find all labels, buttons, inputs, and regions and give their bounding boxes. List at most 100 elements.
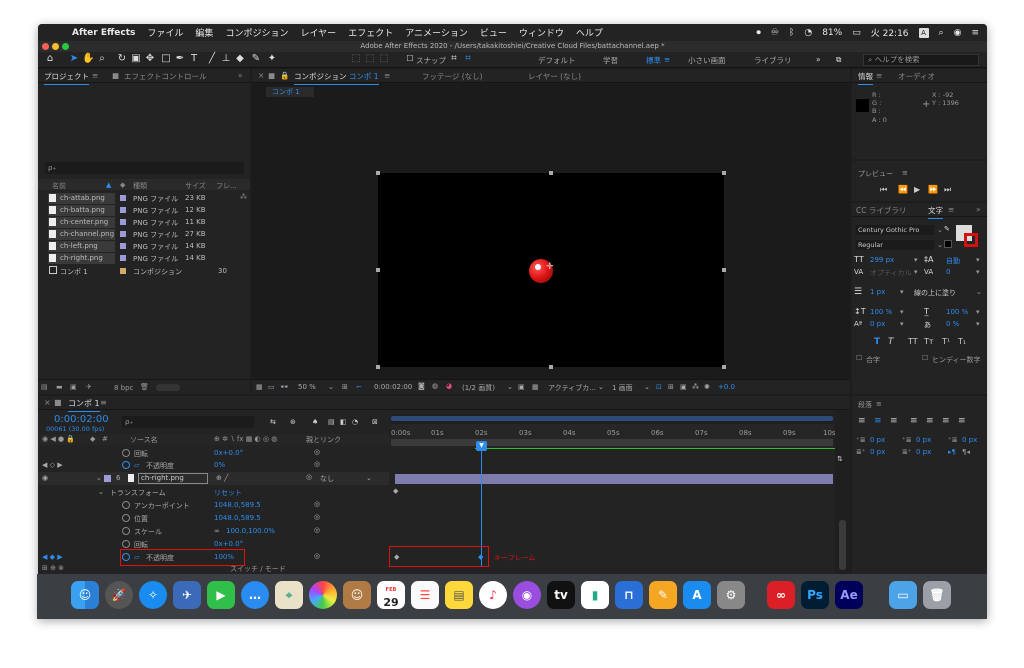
tab-audio[interactable]: オーディオ [898,71,935,82]
prev-frame-icon[interactable]: ⏪ [898,185,908,194]
next-frame-icon[interactable]: ⏩ [928,185,938,194]
bbox-handle[interactable] [549,171,553,175]
chevron-down-icon[interactable]: ▾ [914,256,918,264]
timeline-current-time[interactable]: 0:00:02:00 [54,414,109,425]
tab-character[interactable]: 文字 [928,205,943,219]
workspace-menu-icon[interactable]: ≡ [664,55,670,64]
zoom-window-button[interactable] [62,43,69,50]
tab-project[interactable]: プロジェクト [44,71,89,85]
motion-blur-icon[interactable]: ◧ [340,418,347,426]
close-tab-icon[interactable]: × [258,71,264,80]
new-folder-icon[interactable]: ▬ [56,383,63,391]
timeline-menu-icon[interactable]: ≡ [100,398,107,407]
pages-icon[interactable]: ✎ [649,581,677,609]
vr-icon[interactable]: 👓 [280,383,289,391]
zoom-tool-icon[interactable]: ⌕ [96,53,108,65]
new-comp-icon[interactable]: ▣ [70,383,77,391]
resolution-dropdown[interactable]: (1/2 画質) [462,383,495,393]
menu-view[interactable]: ビュー [480,26,507,39]
numbers-icon[interactable]: ▮ [581,581,609,609]
bbox-handle[interactable] [376,171,380,175]
stopwatch-icon[interactable] [122,501,130,509]
align-center-icon[interactable]: ≡ [874,416,882,426]
eyedropper-icon[interactable]: ✎ [944,225,950,233]
menu-help[interactable]: ヘルプ [576,26,603,39]
kerning-value[interactable]: オプティカル [870,268,912,278]
graph-toggle-icon[interactable]: ⇅ [837,455,843,463]
text-tool-icon[interactable]: T [188,53,200,65]
cc-icon[interactable]: ♾ [771,28,779,38]
faux-bold-button[interactable]: T [874,337,880,347]
interpret-footage-icon[interactable]: ▤ [41,383,48,391]
siri-icon[interactable]: ◉ [954,28,962,38]
camera-dropdown[interactable]: アクティブカ... [548,383,596,393]
thumbnail-slider[interactable] [156,384,180,391]
property-position-row[interactable]: 位置 1048.0,589.5 ◎ [38,512,389,524]
chevron-down-icon[interactable]: ⌄ [976,288,982,296]
shy-icon[interactable]: ♠ [312,418,318,426]
col-frame[interactable]: フレ... [216,181,237,191]
playhead-handle[interactable]: ▼ [476,441,487,451]
tracking-value[interactable]: 0 [946,268,950,276]
flowchart-icon[interactable]: ⁂ [692,383,699,391]
reset-link[interactable]: リセット [214,488,242,498]
pickwhip-icon[interactable]: ◎ [314,552,320,560]
col-type[interactable]: 種類 [133,181,147,191]
frame-blending-icon[interactable]: ▤ [328,418,335,426]
input-source-badge[interactable]: A [918,27,929,38]
work-area-range[interactable] [391,416,833,421]
project-search-input[interactable]: ρ₊ [45,162,244,174]
lock-icon[interactable]: ■ [268,71,275,80]
roto-brush-tool-icon[interactable]: ✎ [250,53,262,65]
label-color[interactable] [120,243,126,249]
trash-icon[interactable]: 🗑 [140,383,149,391]
leading-value[interactable]: 自動 [946,256,960,266]
chevron-down-icon[interactable]: ⌄ [937,241,943,249]
more-workspaces-icon[interactable]: » [816,55,821,64]
photos-icon[interactable] [309,581,337,609]
bbox-handle[interactable] [376,365,380,369]
comp-mini-flowchart-icon[interactable]: ⇆ [270,418,276,426]
tab-lock-icon[interactable]: 🔒 [280,71,289,80]
composition-canvas[interactable]: ✛ [376,171,726,369]
pan-behind-tool-icon[interactable]: ✥ [144,53,156,65]
label-color[interactable] [120,231,126,237]
stopwatch-icon[interactable] [122,449,130,457]
menu-edit[interactable]: 編集 [195,26,213,39]
col-size[interactable]: サイズ [185,181,206,191]
av-features-icon[interactable]: ◉ ◀ ● 🔒 [42,435,75,443]
chevron-down-icon[interactable]: ⌄ [507,383,513,391]
creative-cloud-icon[interactable]: ∞ [767,581,795,609]
justify-left-icon[interactable]: ≡ [910,416,918,426]
stopwatch-icon[interactable] [122,461,130,469]
small-caps-button[interactable]: Tт [924,337,934,346]
region-icon[interactable]: ⌐ [356,383,362,391]
keyframe-nav-icon[interactable]: ◀ ◇ ▶ [42,461,63,469]
label-col-icon[interactable]: ◆ [90,435,95,443]
chevron-down-icon[interactable]: ⌄ [644,383,650,391]
col-name[interactable]: 名前 [52,181,66,191]
work-area-bar[interactable] [391,414,833,424]
graph-icon[interactable]: ▱ [134,461,139,469]
sync-settings-icon[interactable]: ⧉ [836,55,841,65]
layer-name[interactable]: ch-right.png [138,473,208,484]
justify-right-icon[interactable]: ≡ [942,416,950,426]
tab-info[interactable]: 情報 [858,71,873,85]
tab-composition[interactable]: コンポジション コンポ 1 [294,71,379,85]
timeline-icon[interactable]: ▣ [680,383,687,391]
downloads-folder-icon[interactable]: ▭ [889,581,917,609]
chevron-down-icon[interactable]: ▾ [976,256,980,264]
sort-icon[interactable]: ▲ [106,181,111,189]
selection-tool-icon[interactable]: ➤ [68,53,80,65]
project-settings-icon[interactable]: ✈ [86,383,92,391]
project-row[interactable]: ch-right.png PNG ファイル 14 KB [38,252,250,264]
font-size-value[interactable]: 299 px [870,256,894,264]
space-after-value[interactable]: 0 px [916,448,931,456]
facetime-icon[interactable]: ▶ [207,581,235,609]
rotate-tool-icon[interactable]: ↻ [116,53,128,65]
after-effects-icon[interactable]: Ae [835,581,863,609]
chevron-down-icon[interactable]: ⌄ [328,383,334,391]
label-color[interactable] [120,268,126,274]
contacts-icon[interactable]: ☺ [343,581,371,609]
menu-composition[interactable]: コンポジション [225,26,288,39]
